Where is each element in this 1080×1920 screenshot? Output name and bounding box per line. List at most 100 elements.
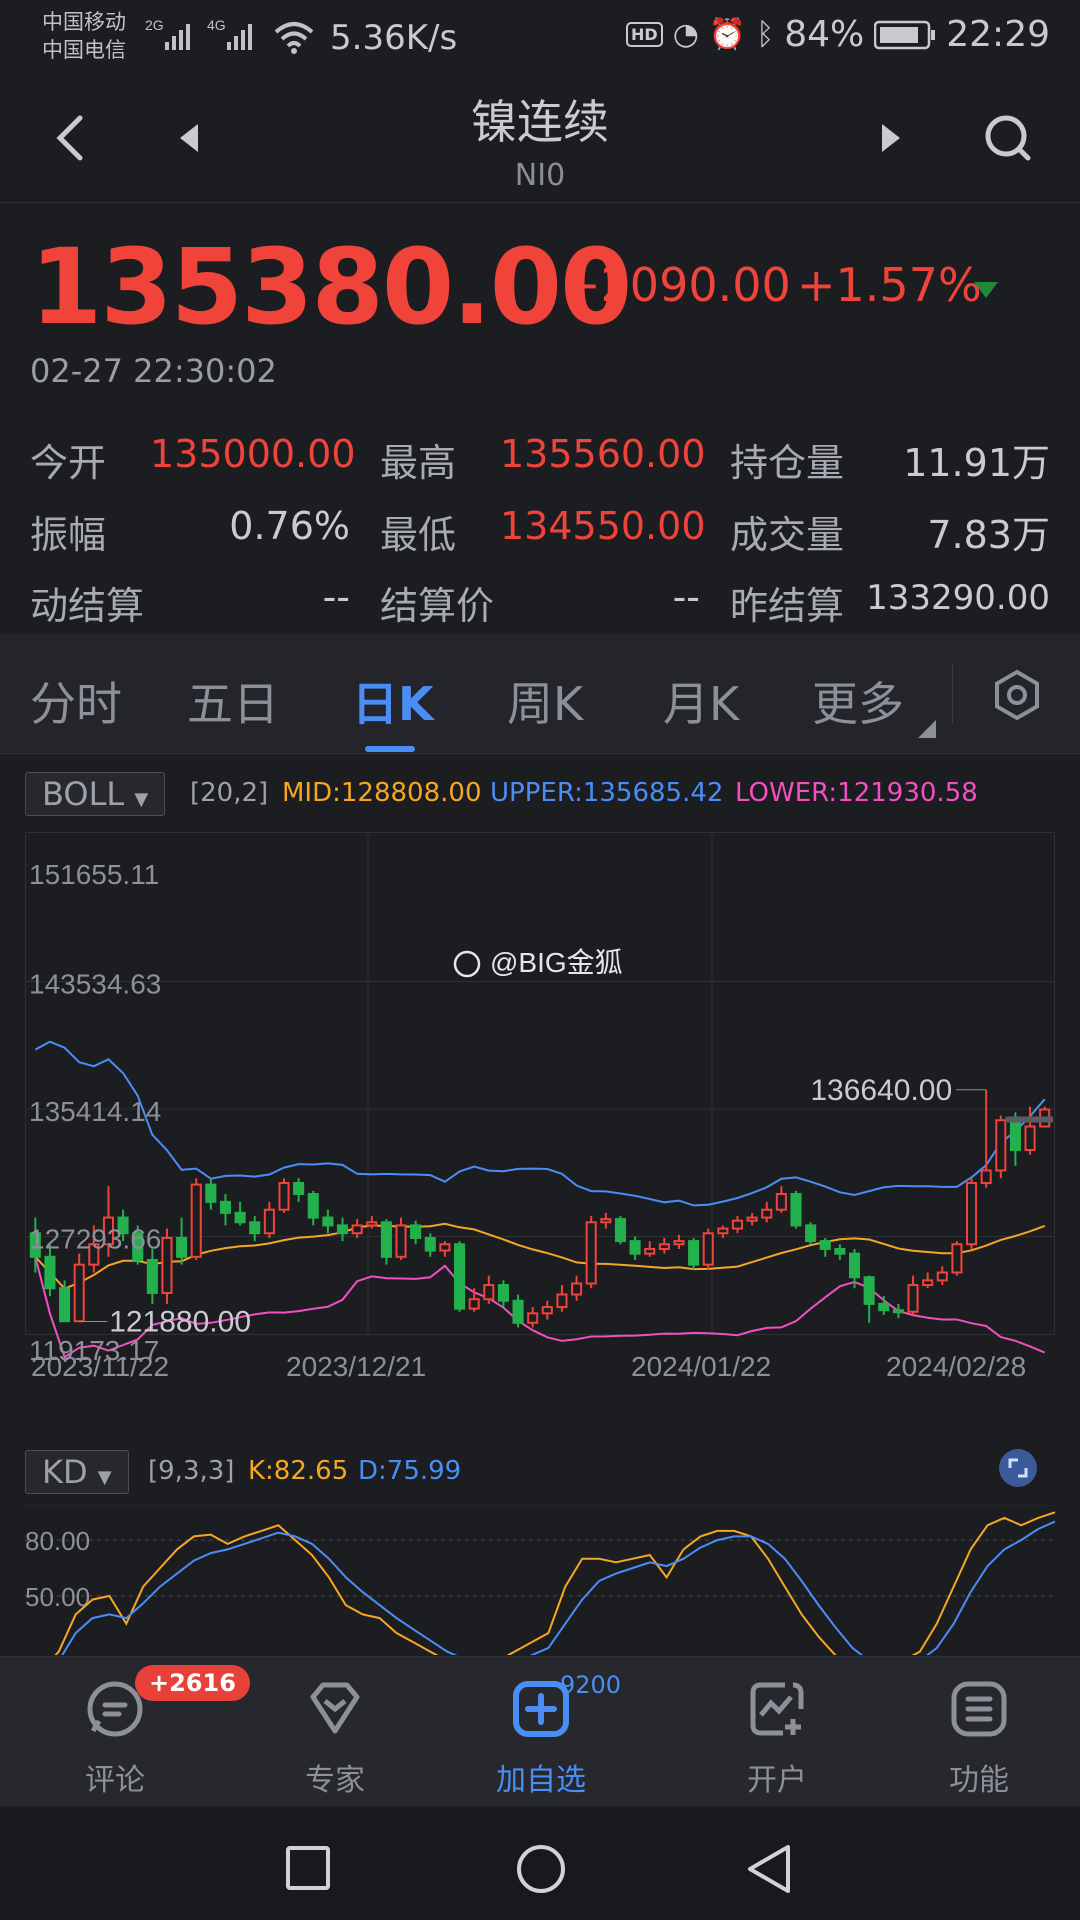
candle-body xyxy=(366,1221,378,1227)
stat-value: 133290.00 xyxy=(866,578,1050,618)
candle-body xyxy=(439,1243,451,1252)
kd-k-value: K:82.65 xyxy=(248,1456,349,1486)
nav-open-account[interactable]: 开户 xyxy=(692,1657,862,1807)
nav-expert[interactable]: 专家 xyxy=(250,1657,420,1807)
kd-y-tick-label: 50.00 xyxy=(25,1582,90,1612)
search-icon[interactable] xyxy=(978,108,1038,168)
stat-label: 最低 xyxy=(380,513,457,557)
stat-value: 135000.00 xyxy=(150,432,356,476)
candle-body xyxy=(819,1240,831,1250)
candle-body xyxy=(556,1293,568,1309)
nav-function[interactable]: 功能 xyxy=(894,1657,1064,1807)
candle-body xyxy=(497,1284,509,1302)
candle-body xyxy=(805,1224,817,1243)
x-tick-label: 2023/11/22 xyxy=(31,1351,169,1382)
candle-body xyxy=(234,1211,246,1224)
kd-y-tick-label: 80.00 xyxy=(25,1526,90,1556)
settings-icon[interactable] xyxy=(990,668,1044,722)
candle-body xyxy=(73,1263,85,1323)
candle-body xyxy=(1009,1119,1021,1152)
tab-daily-k[interactable]: 日K xyxy=(352,668,434,734)
candle-body xyxy=(848,1252,861,1279)
y-tick-label: 143534.63 xyxy=(29,968,161,999)
next-contract-icon[interactable] xyxy=(860,108,920,168)
candle-body xyxy=(614,1218,626,1243)
candle-body xyxy=(731,1219,744,1230)
hd-icon: HD xyxy=(626,22,663,47)
candle-body xyxy=(658,1243,670,1250)
system-back-icon[interactable] xyxy=(746,1844,792,1894)
candle-body xyxy=(454,1243,466,1310)
candle-body xyxy=(483,1284,495,1301)
candle-body xyxy=(424,1236,436,1252)
recent-apps-icon[interactable] xyxy=(286,1846,330,1890)
candle-body xyxy=(775,1193,787,1211)
wifi-icon xyxy=(274,22,314,54)
carrier-info: 中国移动 中国电信 xyxy=(42,8,126,64)
boll-mid: MID:128808.00 xyxy=(282,778,482,808)
candle-body xyxy=(395,1224,407,1258)
status-right: HD ◔ ⏰ ᛒ 84% 22:29 xyxy=(626,14,1050,55)
y-tick-label: 151655.11 xyxy=(29,859,159,890)
boll-upper-line xyxy=(34,1040,1046,1207)
stat-label: 振幅 xyxy=(30,513,107,557)
svg-text:4G: 4G xyxy=(207,17,226,33)
stat-value: 7.83万 xyxy=(927,513,1050,557)
nav-function-label: 功能 xyxy=(949,1763,1009,1798)
stat-label: 昨结算 xyxy=(730,584,845,628)
weibo-icon xyxy=(453,950,481,978)
kd-d-value: D:75.99 xyxy=(358,1456,462,1486)
kline-chart[interactable]: 151655.11143534.63135414.14127293.661191… xyxy=(25,832,1055,1384)
candle-body xyxy=(600,1218,612,1224)
stat-label: 成交量 xyxy=(730,513,845,557)
bluetooth-icon: ᛒ xyxy=(756,17,775,52)
candle-body xyxy=(629,1240,641,1255)
chevron-down-icon: ▼ xyxy=(97,1467,112,1488)
home-icon[interactable] xyxy=(516,1844,566,1894)
candle-body xyxy=(468,1298,480,1310)
more-corner-icon xyxy=(918,720,936,738)
stat-value: 0.76% xyxy=(229,504,350,548)
kd-d-line xyxy=(61,1520,1055,1655)
tab-intraday[interactable]: 分时 xyxy=(30,668,122,734)
candle-body xyxy=(527,1312,539,1324)
sub-indicator-select[interactable]: KD ▼ xyxy=(25,1450,129,1494)
candle-body xyxy=(995,1119,1007,1172)
main-indicator-select[interactable]: BOLL ▼ xyxy=(25,772,166,816)
candle-body xyxy=(44,1255,56,1290)
candle-body xyxy=(688,1240,700,1266)
status-bar: 中国移动 中国电信 2G 4G 5.36K/s HD ◔ ⏰ ᛒ 84% 22:… xyxy=(0,0,1080,78)
quote-timestamp: 02-27 22:30:02 xyxy=(30,352,277,390)
kd-params: [9,3,3] xyxy=(148,1456,235,1486)
candle-body xyxy=(980,1169,992,1185)
tab-more[interactable]: 更多 xyxy=(812,668,904,734)
kd-indicator-row: KD ▼ [9,3,3] K:82.65 D:75.99 xyxy=(0,1446,1080,1496)
carrier-1: 中国移动 xyxy=(42,10,126,34)
candle-body xyxy=(59,1287,71,1323)
nav-open-account-label: 开户 xyxy=(747,1763,807,1798)
kd-chart[interactable]: 80.00 50.00 xyxy=(25,1505,1055,1655)
candle-body xyxy=(717,1227,729,1235)
tab-five-day[interactable]: 五日 xyxy=(187,668,279,734)
price-change-pct: +1.57% xyxy=(797,258,982,312)
boll-params: [20,2] xyxy=(190,778,269,808)
candle-body xyxy=(571,1282,583,1296)
tab-weekly-k[interactable]: 周K xyxy=(507,668,583,734)
tab-monthly-k[interactable]: 月K xyxy=(663,668,739,734)
candle-body xyxy=(746,1216,758,1222)
stat-label: 最高 xyxy=(380,441,457,485)
candle-body xyxy=(161,1236,173,1294)
candle-body xyxy=(410,1224,422,1239)
candle-body xyxy=(146,1258,158,1294)
watermark: @BIG金狐 xyxy=(490,947,623,978)
period-tabs: 分时 五日 日K 周K 月K 更多 xyxy=(0,634,1080,754)
last-price: 135380.00 xyxy=(30,226,632,348)
alarm-icon: ⏰ xyxy=(708,17,747,52)
candle-body xyxy=(878,1302,890,1312)
expand-icon[interactable] xyxy=(998,1448,1038,1488)
stat-value: -- xyxy=(322,575,350,619)
nav-bar: 镍连续 NI0 xyxy=(0,78,1080,203)
carrier-2: 中国电信 xyxy=(42,38,126,62)
nav-expert-label: 专家 xyxy=(305,1763,365,1798)
candle-body xyxy=(263,1208,275,1235)
